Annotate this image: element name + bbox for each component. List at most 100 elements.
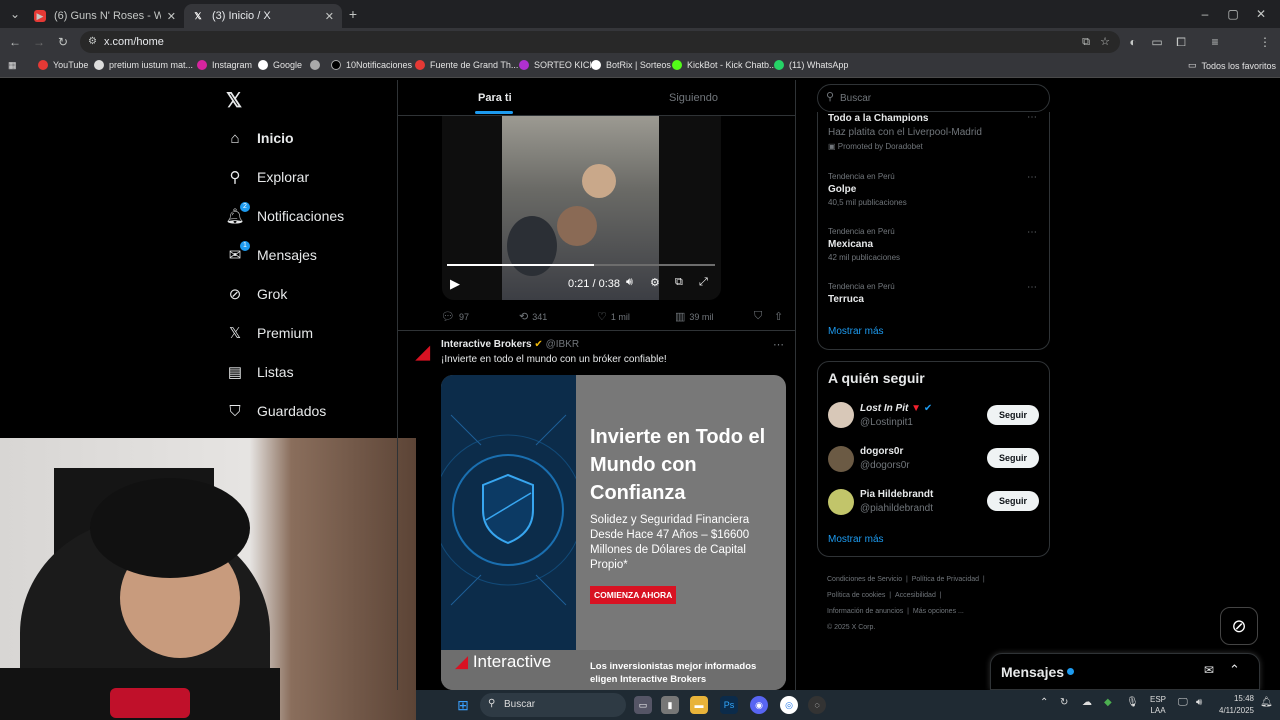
network-icon[interactable]: 🖵︎ xyxy=(1178,697,1188,708)
menu-dots-icon[interactable]: ⋮ xyxy=(1256,33,1274,51)
browser-tab[interactable]: ▶ (6) Guns N' Roses - Welcome T ✕ xyxy=(26,4,184,28)
search-input[interactable]: ⚲ Buscar xyxy=(817,84,1050,112)
ad-image[interactable]: Invierte en Todo el Mundo con Confianza … xyxy=(441,375,786,690)
windows-start-icon[interactable]: ⊞ xyxy=(454,696,472,714)
author-name[interactable]: Interactive Brokers xyxy=(441,339,532,350)
follow-button[interactable]: Seguir xyxy=(987,491,1039,511)
discord-icon[interactable]: ◉ xyxy=(750,696,768,714)
browser-tab-active[interactable]: 𝕏 (3) Inicio / X ✕ xyxy=(184,4,342,28)
avatar[interactable] xyxy=(828,489,854,515)
follow-button[interactable]: Seguir xyxy=(987,405,1039,425)
new-message-icon[interactable]: ✉ xyxy=(1204,663,1214,677)
ad-cta-button[interactable]: COMIENZA AHORA xyxy=(590,586,677,604)
extension-icon[interactable]: ◐ xyxy=(1124,33,1142,51)
grok-fab-button[interactable]: ⊘ xyxy=(1220,607,1258,645)
bookmark-youtube[interactable]: YouTube xyxy=(38,60,88,70)
bookmark-item[interactable]: pretium iustum mat... xyxy=(94,60,193,70)
more-options-icon[interactable]: ⋯ xyxy=(1027,172,1037,183)
trend-item[interactable]: Tendencia en Perú Terruca xyxy=(828,282,895,305)
nav-explore[interactable]: ⚲ Explorar xyxy=(226,168,310,186)
notifications-icon[interactable]: 🔔︎ xyxy=(1260,697,1273,708)
close-window-icon[interactable]: ✕ xyxy=(1252,5,1270,23)
bookmark-item[interactable] xyxy=(310,60,325,70)
tab-for-you[interactable]: Para ti xyxy=(475,92,513,114)
bookmark-item[interactable]: SORTEO KICK xyxy=(519,60,595,70)
back-icon[interactable]: ← xyxy=(6,33,24,51)
footer-link[interactable]: Accesibilidad xyxy=(895,592,936,599)
taskbar-search[interactable]: ⚲ Buscar xyxy=(480,693,626,717)
show-more-link[interactable]: Mostrar más xyxy=(828,326,884,337)
footer-link[interactable]: Información de anuncios xyxy=(827,608,903,615)
forward-icon[interactable]: → xyxy=(30,33,48,51)
bookmark-instagram[interactable]: Instagram xyxy=(197,60,252,70)
bookmark-item[interactable]: BotRix | Sorteos xyxy=(591,60,671,70)
author-handle[interactable]: @IBKR xyxy=(546,339,580,350)
extension-icon[interactable]: ▭ xyxy=(1148,33,1166,51)
views-button[interactable]: ▥ 39 mil xyxy=(675,310,713,323)
promoted-trend[interactable]: Todo a la Champions Haz platita con el L… xyxy=(828,113,982,151)
site-info-icon[interactable]: ⚙ xyxy=(88,31,97,53)
follow-user[interactable]: dogors0r @dogors0r xyxy=(860,446,910,471)
video-progress-track[interactable] xyxy=(447,264,715,266)
share-button[interactable]: ⇧ xyxy=(774,310,787,323)
language-indicator[interactable]: ESP LAA xyxy=(1150,694,1166,716)
tab-search-icon[interactable]: ⌄ xyxy=(6,5,24,23)
clock[interactable]: 15:48 4/11/2025 xyxy=(1210,693,1254,717)
miniplayer-icon[interactable]: ⧉ xyxy=(675,276,683,289)
reload-icon[interactable]: ↻ xyxy=(54,33,72,51)
footer-link[interactable]: Condiciones de Servicio xyxy=(827,576,902,583)
photoshop-icon[interactable]: Ps xyxy=(720,696,738,714)
footer-link[interactable]: Política de Privacidad xyxy=(912,576,979,583)
avatar[interactable] xyxy=(828,446,854,472)
apps-grid-icon[interactable]: ▦ xyxy=(8,60,17,71)
ibkr-avatar[interactable]: ◢ xyxy=(416,342,432,362)
close-tab-icon[interactable]: ✕ xyxy=(167,10,176,23)
follow-button[interactable]: Seguir xyxy=(987,448,1039,468)
bookmark-item[interactable]: KickBot - Kick Chatb... xyxy=(672,60,777,70)
tray-icon[interactable]: ◆ xyxy=(1104,697,1112,708)
repost-button[interactable]: ⟲ 341 xyxy=(519,310,547,323)
footer-link[interactable]: Más opciones ... xyxy=(913,608,964,615)
x-logo-icon[interactable]: 𝕏 xyxy=(226,88,242,113)
tray-icon[interactable]: ↻ xyxy=(1060,697,1068,708)
bookmark-item[interactable]: Fuente de Grand Th... xyxy=(415,60,518,70)
nav-premium[interactable]: 𝕏 Premium xyxy=(226,324,313,342)
tray-chevron-icon[interactable]: ⌃ xyxy=(1040,697,1048,708)
tab-following[interactable]: Siguiendo xyxy=(669,92,718,104)
like-button[interactable]: ♡ 1 mil xyxy=(597,310,630,323)
messages-drawer[interactable]: Mensajes ✉ ⌃ xyxy=(990,653,1260,690)
bookmark-whatsapp[interactable]: (11) WhatsApp xyxy=(774,60,848,70)
app-icon[interactable]: ▮ xyxy=(661,696,679,714)
reply-button[interactable]: 💬︎ 97 xyxy=(441,310,469,323)
reading-list-icon[interactable]: ≡ xyxy=(1206,33,1224,51)
close-tab-icon[interactable]: ✕ xyxy=(325,10,334,23)
file-explorer-icon[interactable]: ▬ xyxy=(690,696,708,714)
address-bar[interactable]: ⚙ x.com/home ⧉ ☆ xyxy=(80,31,1120,53)
settings-icon[interactable]: ⚙ xyxy=(650,276,660,289)
nav-home[interactable]: ⌂ Inicio xyxy=(226,129,293,147)
nav-grok[interactable]: ⊘ Grok xyxy=(226,285,288,303)
footer-link[interactable]: Política de cookies xyxy=(827,592,885,599)
fullscreen-icon[interactable]: ⤢ xyxy=(699,276,708,289)
trend-item[interactable]: Tendencia en Perú Mexicana 42 mil public… xyxy=(828,227,900,262)
volume-icon[interactable]: 🔊︎ xyxy=(1196,697,1202,708)
all-bookmarks-folder[interactable]: ▭ Todos los favoritos xyxy=(1188,60,1276,71)
microphone-icon[interactable]: 🎙︎ xyxy=(1126,697,1139,708)
trend-item[interactable]: Tendencia en Perú Golpe 40,5 mil publica… xyxy=(828,172,907,207)
follow-user[interactable]: Pia Hildebrandt @piahildebrandt xyxy=(860,489,933,514)
expand-icon[interactable]: ⌃ xyxy=(1229,662,1240,678)
bookmark-item[interactable]: 10Notificaciones xyxy=(331,60,412,70)
avatar[interactable] xyxy=(828,402,854,428)
bookmark-star-icon[interactable]: ☆ xyxy=(1100,31,1110,53)
bookmark-google[interactable]: Google xyxy=(258,60,302,70)
follow-user[interactable]: Lost In Pit ▼ ✔ @Lostinpit1 xyxy=(860,403,932,428)
video-player[interactable]: ▶ 0:21 / 0:38 🔊︎ ⚙ ⧉ ⤢ xyxy=(442,116,721,300)
show-more-link[interactable]: Mostrar más xyxy=(828,534,884,545)
app-icon[interactable]: ◌ xyxy=(808,696,826,714)
extensions-puzzle-icon[interactable]: ⧠ xyxy=(1172,33,1190,51)
more-options-icon[interactable]: ⋯ xyxy=(1027,282,1037,293)
cloud-icon[interactable]: ☁ xyxy=(1082,697,1092,708)
chrome-icon[interactable]: ◎ xyxy=(780,696,798,714)
task-view-icon[interactable]: ▭ xyxy=(634,696,652,714)
nav-lists[interactable]: ▤ Listas xyxy=(226,363,294,381)
